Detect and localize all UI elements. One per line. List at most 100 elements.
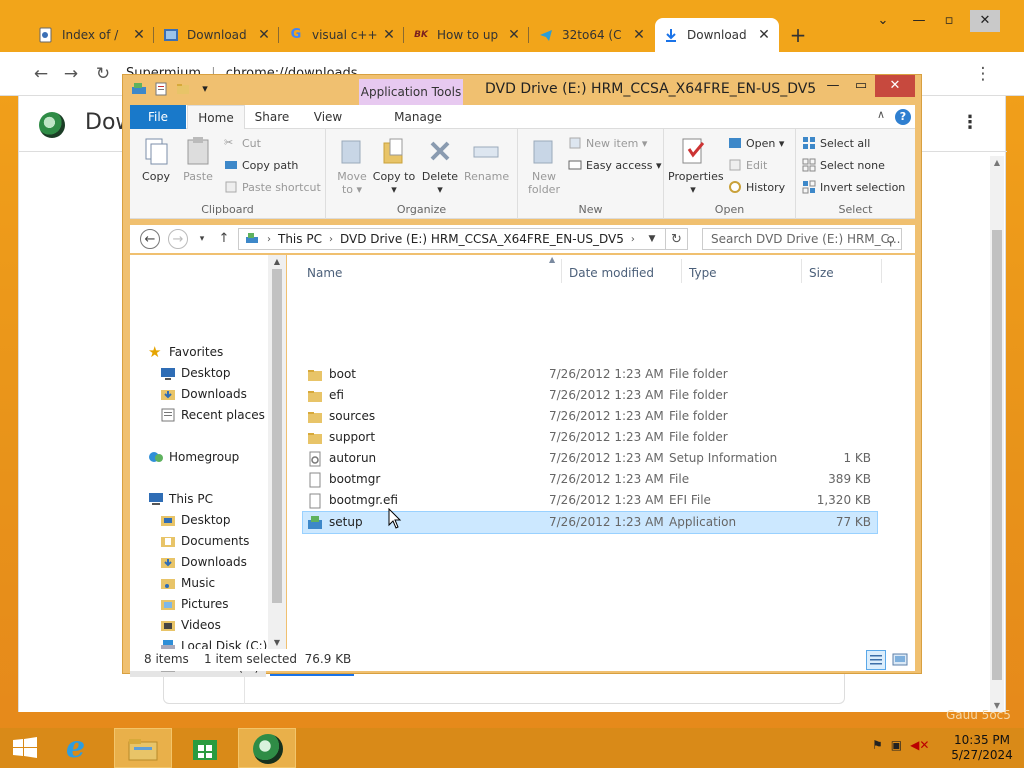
up-icon[interactable]: ↑	[214, 229, 234, 249]
chevron-right-icon[interactable]: ›	[267, 234, 271, 245]
close-icon[interactable]: ✕	[132, 27, 146, 43]
browser-menu-icon[interactable]: ⋮	[972, 63, 994, 85]
file-row-autorun[interactable]: autorun 7/26/2012 1:23 AM Setup Informat…	[303, 448, 877, 469]
close-icon[interactable]: ✕	[257, 27, 271, 43]
nav-music[interactable]: Music	[160, 572, 215, 593]
column-size[interactable]: Size	[809, 263, 834, 283]
copy-to-button[interactable]: Copy to ▾	[372, 135, 416, 196]
column-name[interactable]: Name	[307, 263, 342, 283]
close-icon[interactable]: ✕	[507, 27, 521, 43]
column-date-modified[interactable]: Date modified	[569, 263, 654, 283]
nav-videos[interactable]: Videos	[160, 614, 221, 635]
new-folder-qat-icon[interactable]	[175, 81, 191, 97]
nav-scroll-thumb[interactable]	[272, 269, 282, 603]
clock[interactable]: 10:35 PM 5/27/2024	[948, 733, 1016, 763]
close-icon[interactable]: ✕	[757, 27, 771, 43]
new-folder-button[interactable]: New folder	[522, 135, 566, 196]
invert-selection-button[interactable]: Invert selection	[802, 177, 905, 197]
forward-icon[interactable]: →	[60, 63, 82, 85]
close-window-icon[interactable]: ✕	[970, 10, 1000, 32]
internet-explorer-taskbar-button[interactable]: e	[52, 728, 110, 768]
explorer-title-bar[interactable]: ▾ Application Tools DVD Drive (E:) HRM_C…	[123, 75, 921, 105]
help-icon[interactable]: ?	[895, 109, 911, 125]
select-none-button[interactable]: Select none	[802, 155, 885, 175]
recent-locations-icon[interactable]: ▾	[192, 229, 212, 249]
details-view-icon[interactable]	[866, 650, 886, 670]
nav-scrollbar[interactable]: ▲ ▼	[268, 255, 286, 649]
tab-view[interactable]: View	[304, 105, 352, 129]
delete-button[interactable]: Delete ▾	[418, 135, 462, 196]
close-icon[interactable]: ✕	[382, 27, 396, 43]
tab-share[interactable]: Share	[248, 105, 296, 129]
new-item-button[interactable]: New item ▾	[568, 133, 647, 153]
back-icon[interactable]: ←	[140, 229, 160, 249]
tab-file[interactable]: File	[130, 105, 186, 129]
tab-search-icon[interactable]: ⌄	[868, 10, 898, 32]
cut-button[interactable]: ✂ Cut	[224, 133, 261, 153]
store-taskbar-button[interactable]	[176, 728, 234, 768]
breadcrumb-dvd-drive[interactable]: DVD Drive (E:) HRM_CCSA_X64FRE_EN-US_DV5	[340, 232, 624, 246]
new-tab-button[interactable]: +	[786, 24, 810, 48]
scroll-thumb[interactable]	[992, 230, 1002, 680]
breadcrumb-this-pc[interactable]: This PC	[278, 232, 322, 246]
column-separator[interactable]	[561, 259, 562, 283]
page-scrollbar[interactable]: ▲ ▼	[990, 156, 1004, 712]
nav-favorites[interactable]: ★ Favorites	[148, 341, 223, 362]
column-separator[interactable]	[881, 259, 882, 283]
tab-download-1[interactable]: Download ✕	[155, 18, 279, 52]
edit-button[interactable]: Edit	[728, 155, 767, 175]
minimize-icon[interactable]: —	[819, 75, 847, 97]
open-button[interactable]: Open ▾	[728, 133, 784, 153]
tab-32to64[interactable]: 32to64 (C ✕	[530, 18, 654, 52]
tab-index-of[interactable]: Index of / ✕	[30, 18, 154, 52]
history-button[interactable]: History	[728, 177, 785, 197]
minimize-icon[interactable]: —	[904, 10, 934, 32]
paste-button[interactable]: Paste	[176, 135, 220, 183]
search-input[interactable]: Search DVD Drive (E:) HRM_C... ⚲	[702, 228, 902, 250]
nav-homegroup[interactable]: Homegroup	[148, 446, 239, 467]
nav-documents[interactable]: Documents	[160, 530, 249, 551]
back-icon[interactable]: ←	[30, 63, 52, 85]
file-row-support[interactable]: support 7/26/2012 1:23 AM File folder	[303, 427, 877, 448]
maximize-icon[interactable]: ▭	[847, 75, 875, 97]
qat-customize-icon[interactable]: ▾	[197, 81, 213, 97]
volume-muted-icon[interactable]: ◀✕	[910, 738, 929, 752]
forward-icon[interactable]: →	[168, 229, 188, 249]
chevron-right-icon[interactable]: ›	[329, 234, 333, 245]
reload-icon[interactable]: ↻	[92, 63, 114, 85]
easy-access-button[interactable]: Easy access ▾	[568, 155, 662, 175]
network-icon[interactable]: ▣	[891, 738, 902, 752]
more-options-icon[interactable]: ⋮	[961, 112, 979, 133]
file-row-efi[interactable]: efi 7/26/2012 1:23 AM File folder	[303, 385, 877, 406]
nav-desktop-fav[interactable]: Desktop	[160, 362, 231, 383]
properties-button[interactable]: Properties ▾	[668, 135, 724, 196]
maximize-icon[interactable]: ▫	[934, 10, 964, 32]
nav-pictures[interactable]: Pictures	[160, 593, 229, 614]
flag-icon[interactable]: ⚑	[872, 738, 883, 752]
scroll-down-icon[interactable]: ▼	[272, 638, 282, 647]
nav-downloads-fav[interactable]: Downloads	[160, 383, 247, 404]
paste-shortcut-button[interactable]: Paste shortcut	[224, 177, 321, 197]
scroll-up-icon[interactable]: ▲	[992, 158, 1002, 167]
column-separator[interactable]	[681, 259, 682, 283]
tab-downloads-active[interactable]: Download ✕	[655, 18, 779, 52]
copy-button[interactable]: Copy	[134, 135, 178, 183]
nav-recent-places[interactable]: Recent places	[160, 404, 265, 425]
select-all-button[interactable]: Select all	[802, 133, 870, 153]
refresh-icon[interactable]: ↻	[666, 228, 688, 250]
large-icons-view-icon[interactable]	[890, 650, 910, 670]
file-row-sources[interactable]: sources 7/26/2012 1:23 AM File folder	[303, 406, 877, 427]
start-button[interactable]	[0, 728, 50, 768]
move-to-button[interactable]: Move to ▾	[330, 135, 374, 196]
address-dropdown-icon[interactable]: ▼	[642, 228, 662, 250]
tab-visual-cpp[interactable]: G visual c++ ✕	[280, 18, 404, 52]
nav-desktop[interactable]: Desktop	[160, 509, 231, 530]
tab-home[interactable]: Home	[187, 105, 245, 129]
nav-this-pc[interactable]: This PC	[148, 488, 213, 509]
close-icon[interactable]: ✕	[632, 27, 646, 43]
column-separator[interactable]	[801, 259, 802, 283]
nav-downloads[interactable]: Downloads	[160, 551, 247, 572]
column-type[interactable]: Type	[689, 263, 717, 283]
tab-how-to[interactable]: BK How to up ✕	[405, 18, 529, 52]
properties-qat-icon[interactable]	[153, 81, 169, 97]
